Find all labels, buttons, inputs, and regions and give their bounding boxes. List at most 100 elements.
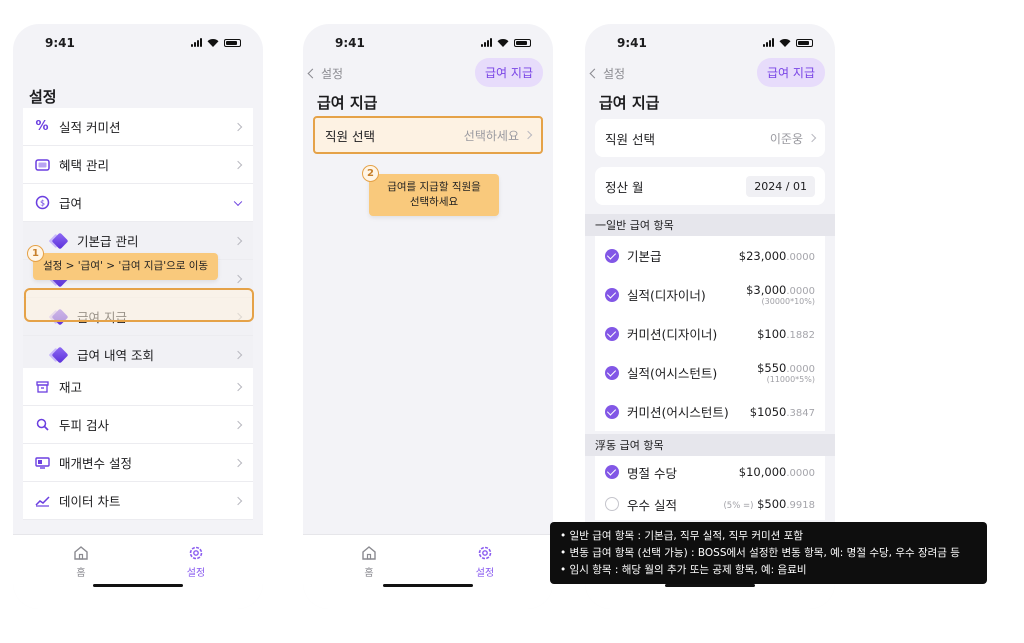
employee-select-label: 직원 선택 — [605, 131, 655, 147]
settings-item-label: 두피 검사 — [59, 418, 109, 433]
general-items-list: 기본급 $23,000.0000 실적(디자이너) $3,000.0000 (30… — [595, 236, 825, 431]
back-button[interactable]: 설정 — [307, 65, 344, 82]
battery-icon — [796, 39, 813, 47]
chevron-right-icon — [233, 160, 243, 169]
tab-settings[interactable]: 설정 — [455, 545, 515, 579]
employee-select-placeholder: 선택하세요 — [463, 128, 519, 143]
chevron-right-icon — [233, 236, 243, 245]
amount-decimal: .0000 — [786, 286, 815, 297]
employee-select-value: 이준웅 — [769, 131, 803, 146]
employee-select[interactable]: 직원 선택 선택하세요 — [313, 116, 543, 154]
chevron-left-icon — [307, 68, 318, 79]
checkbox-checked-icon[interactable] — [605, 365, 619, 380]
battery-icon — [224, 39, 241, 47]
guide-tooltip: 급여를 지급할 직원을 선택하세요 — [369, 174, 499, 217]
monitor-icon — [33, 454, 51, 472]
page-title: 급여 지급 — [317, 94, 378, 112]
salary-item-name: 우수 실적 — [627, 497, 677, 513]
salary-item[interactable]: 우수 실적 (5% =) $500.9918 — [595, 488, 825, 520]
settings-item-label: 급여 — [59, 196, 83, 211]
amount-decimal: .0000 — [786, 251, 815, 263]
pay-salary-button[interactable]: 급여 지급 — [475, 58, 543, 87]
salary-item[interactable]: 실적(어시스턴트) $550.0000 (11000*5%) — [595, 353, 825, 392]
settings-item-inventory[interactable]: 재고 — [23, 368, 253, 406]
settings-list: % 실적 커미션 혜택 관리 $ 급여 기본급 관리 급여 지급 — [23, 108, 253, 374]
chevron-right-icon — [233, 382, 243, 391]
salary-item-name: 커미션(디자이너) — [627, 327, 718, 342]
tab-home[interactable]: 홈 — [51, 545, 111, 579]
salary-item-name: 실적(디자이너) — [627, 288, 706, 303]
svg-text:$: $ — [39, 199, 44, 208]
salary-item-name: 명절 수당 — [627, 465, 677, 481]
employee-select[interactable]: 직원 선택 이준웅 — [595, 119, 825, 157]
guide-tooltip: 설정 > '급여' > '급여 지급'으로 이동 — [33, 253, 219, 281]
salary-item[interactable]: 커미션(어시스턴트) $1050.3847 — [595, 392, 825, 431]
settlement-month-picker[interactable]: 2024 / 01 — [746, 175, 815, 197]
status-icons — [481, 38, 531, 47]
salary-item-amount: $100.1882 — [757, 327, 815, 341]
checkbox-checked-icon[interactable] — [605, 248, 619, 263]
status-bar: 9:41 — [585, 36, 835, 50]
settings-item-label: 혜택 관리 — [59, 158, 109, 173]
amount-decimal: .9918 — [786, 500, 815, 511]
phone-pay-salary-empty: 9:41 설정 급여 지급 급여 지급 직원 선택 선택하세요 급여를 지급할 … — [303, 24, 553, 609]
salary-item-amount: $3,000.0000 (30000*10%) — [746, 283, 815, 306]
chevron-right-icon — [807, 133, 817, 143]
settings-item-label: 데이터 차트 — [59, 494, 121, 509]
page-title: 설정 — [29, 88, 57, 106]
amount-decimal: .0000 — [786, 364, 815, 375]
magnifier-icon — [33, 416, 51, 434]
settings-item-parameters[interactable]: 매개변수 설정 — [23, 444, 253, 482]
settings-item-benefits[interactable]: 혜택 관리 — [23, 146, 253, 184]
step-badge: 1 — [27, 245, 44, 262]
amount-prefix: (5% =) — [723, 501, 754, 511]
status-icons — [191, 38, 241, 47]
tab-settings[interactable]: 설정 — [166, 545, 226, 579]
pay-salary-button[interactable]: 급여 지급 — [757, 58, 825, 87]
chevron-right-icon — [523, 130, 533, 140]
diamond-icon — [51, 346, 69, 364]
salary-item[interactable]: 커미션(디자이너) $100.1882 — [595, 314, 825, 353]
checkbox-checked-icon[interactable] — [605, 465, 619, 479]
general-items-header: 一일반 급여 항목 — [585, 214, 835, 236]
salary-item[interactable]: 실적(디자이너) $3,000.0000 (30000*10%) — [595, 275, 825, 314]
amount-decimal: .1882 — [786, 329, 815, 341]
amount-integer: $1050 — [749, 404, 787, 419]
status-icons — [763, 38, 813, 47]
variable-items-list: 명절 수당 $10,000.0000 우수 실적 (5% =) $500.991… — [595, 456, 825, 520]
settings-item-salary[interactable]: $ 급여 — [23, 184, 253, 222]
checkbox-unchecked-icon[interactable] — [605, 497, 619, 511]
chevron-left-icon — [589, 68, 600, 79]
salary-item-name: 기본급 — [627, 249, 662, 264]
checkbox-checked-icon[interactable] — [605, 326, 619, 341]
tooltip-line: 급여를 지급할 직원을 — [387, 181, 481, 193]
chevron-right-icon — [233, 350, 243, 359]
tab-label: 홈 — [364, 568, 374, 579]
employee-select-label: 직원 선택 — [325, 128, 375, 144]
percent-icon: % — [35, 119, 49, 134]
chevron-right-icon — [233, 122, 243, 131]
amount-integer: $550 — [757, 361, 787, 375]
tab-label: 설정 — [475, 568, 495, 579]
salary-item-name: 커미션(어시스턴트) — [627, 405, 729, 420]
salary-item-amount: $10,000.0000 — [739, 465, 815, 479]
salary-item[interactable]: 명절 수당 $10,000.0000 — [595, 456, 825, 488]
salary-item[interactable]: 기본급 $23,000.0000 — [595, 236, 825, 275]
home-indicator — [93, 584, 183, 587]
info-line: 임시 항목 : 해당 월의 추가 또는 공제 항목, 예: 음료비 — [560, 562, 977, 579]
status-time: 9:41 — [335, 36, 365, 50]
checkbox-checked-icon[interactable] — [605, 287, 619, 302]
back-label: 설정 — [321, 67, 344, 81]
settings-item-scalp-test[interactable]: 두피 검사 — [23, 406, 253, 444]
settings-item-commission[interactable]: % 실적 커미션 — [23, 108, 253, 146]
checkbox-checked-icon[interactable] — [605, 404, 619, 419]
status-bar: 9:41 — [13, 36, 263, 50]
amount-integer: $10,000 — [738, 465, 787, 479]
settings-item-data-chart[interactable]: 데이터 차트 — [23, 482, 253, 520]
tab-home[interactable]: 홈 — [339, 545, 399, 579]
info-line: 일반 급여 항목 : 기본급, 직무 실적, 직무 커미션 포함 — [560, 528, 977, 545]
wifi-icon — [497, 39, 509, 47]
salary-item-amount: $1050.3847 — [750, 405, 815, 419]
back-button[interactable]: 설정 — [589, 65, 625, 82]
info-line: 변동 급여 항목 (선택 가능) : BOSS에서 설정한 변동 항목, 예: … — [560, 545, 977, 562]
